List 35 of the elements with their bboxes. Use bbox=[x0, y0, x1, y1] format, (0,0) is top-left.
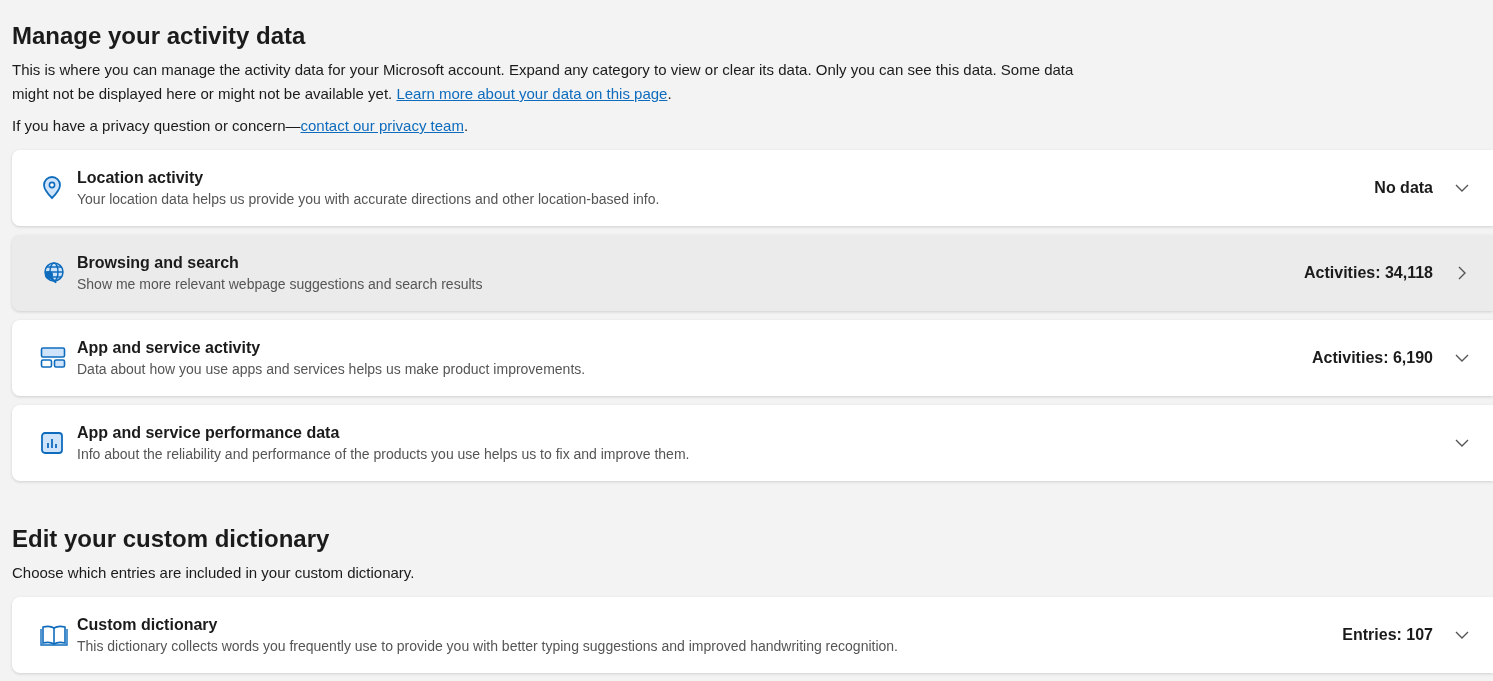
category-title: Location activity bbox=[77, 168, 205, 188]
chevron-down-icon bbox=[1455, 631, 1469, 639]
category-count: No data bbox=[1374, 178, 1433, 198]
category-row[interactable]: Location activity Your location data helps us provide you with accurate directions and other location-based info. No data bbox=[12, 150, 1493, 226]
category-title: App and service performance data bbox=[77, 423, 341, 443]
layout-icon bbox=[40, 346, 66, 370]
description-paragraph: Choose which entries are included in your custom dictionary. bbox=[12, 563, 416, 583]
category-row[interactable]: Browsing and search Show me more relevant webpage suggestions and search results Activities: 34,118 bbox=[12, 235, 1493, 311]
category-description: Info about the reliability and performance of the products you use helps us to fix and improve them. bbox=[77, 445, 691, 464]
category-count: Entries: 107 bbox=[1342, 625, 1433, 645]
category-title: Browsing and search bbox=[77, 253, 240, 273]
description-paragraph: If you have a privacy question or concern—contact our privacy team. bbox=[12, 116, 470, 136]
description-paragraph: This is where you can manage the activity data for your Microsoft account. Expand any category to view or clear its data. Only you can see this data. Some data might not be displayed here or might not be available yet. Learn more about your data on this page. bbox=[12, 60, 1075, 104]
text-link[interactable]: Learn more about your data on this page bbox=[396, 85, 668, 102]
category-description: Show me more relevant webpage suggestions and search results bbox=[77, 275, 484, 294]
chevron-down-icon bbox=[1455, 354, 1469, 362]
category-count: Activities: 34,118 bbox=[1304, 263, 1433, 283]
open-book-icon bbox=[40, 623, 68, 647]
category-title: Custom dictionary bbox=[77, 615, 219, 635]
section-heading: Edit your custom dictionary bbox=[12, 524, 330, 554]
category-row[interactable]: Custom dictionary This dictionary collects words you frequently use to provide you with better typing suggestions and improved handwriting recognition. Entries: 107 bbox=[12, 597, 1493, 673]
category-row[interactable]: App and service activity Data about how you use apps and services helps us make product improvements. Activities: 6,190 bbox=[12, 320, 1493, 396]
chevron-right-icon bbox=[1458, 266, 1466, 280]
category-count: Activities: 6,190 bbox=[1312, 348, 1433, 368]
text-link[interactable]: contact our privacy team bbox=[300, 117, 464, 134]
category-row[interactable]: App and service performance data Info about the reliability and performance of the products you use helps us to fix and improve them. bbox=[12, 405, 1493, 481]
category-description: Data about how you use apps and services helps us make product improvements. bbox=[77, 360, 587, 379]
bar-chart-icon bbox=[40, 431, 64, 455]
location-pin-icon bbox=[40, 175, 64, 201]
category-description: Your location data helps us provide you with accurate directions and other location-based info. bbox=[77, 190, 661, 209]
category-title: App and service activity bbox=[77, 338, 262, 358]
section-heading: Manage your activity data bbox=[12, 21, 306, 51]
chevron-down-icon bbox=[1455, 184, 1469, 192]
category-description: This dictionary collects words you frequently use to provide you with better typing suggestions and improved handwriting recognition. bbox=[77, 637, 899, 656]
chevron-down-icon bbox=[1455, 439, 1469, 447]
